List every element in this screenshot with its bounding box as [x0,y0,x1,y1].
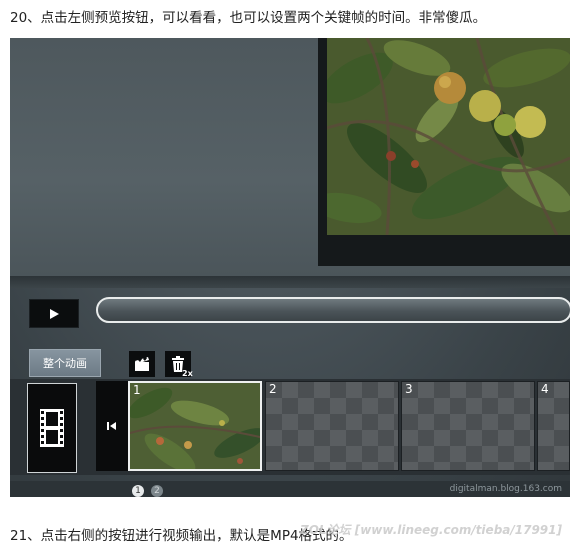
play-icon [50,308,59,319]
clapperboard-icon [135,357,149,371]
film-strip-cell[interactable] [27,383,77,473]
film-strip-icon [40,409,64,447]
frame-slot-3[interactable]: 3 [401,381,535,471]
frame-thumbnail [130,383,260,469]
keyframe-marker[interactable] [96,381,128,471]
video-preview [327,38,570,235]
site-watermark: ZOL论坛 [www.lineeg.com/tieba/17991] [300,523,562,537]
keyframe-marker-icon [107,422,116,430]
frame-slot-1[interactable]: 1 [128,381,262,471]
frame-slot-number: 4 [541,382,549,396]
caption-top: 20、点击左侧预览按钮，可以看看，也可以设置两个关键帧的时间。非常傻瓜。 [10,10,487,26]
editor-window: 整个动画 2x 1 2 3 4 1 2 digitalman.blog.163.… [10,38,570,497]
playback-progress-bar[interactable] [96,297,570,323]
blog-watermark: digitalman.blog.163.com [449,484,562,494]
delete-count-badge: 2x [182,369,193,378]
frame-slot-2[interactable]: 2 [265,381,399,471]
stage-floor [10,276,570,288]
add-keyframe-button[interactable] [129,351,155,377]
frame-slot-number: 3 [405,382,413,396]
frame-slot-4[interactable]: 4 [537,381,570,471]
tab-whole-animation[interactable]: 整个动画 [29,349,101,377]
page-indicator-1[interactable]: 1 [132,485,144,497]
play-button[interactable] [29,299,79,328]
timeline: 1 2 3 4 [10,379,570,475]
frame-slot-number: 2 [269,382,277,396]
frame-slot-number: 1 [133,383,141,397]
page-indicator-2[interactable]: 2 [151,485,163,497]
